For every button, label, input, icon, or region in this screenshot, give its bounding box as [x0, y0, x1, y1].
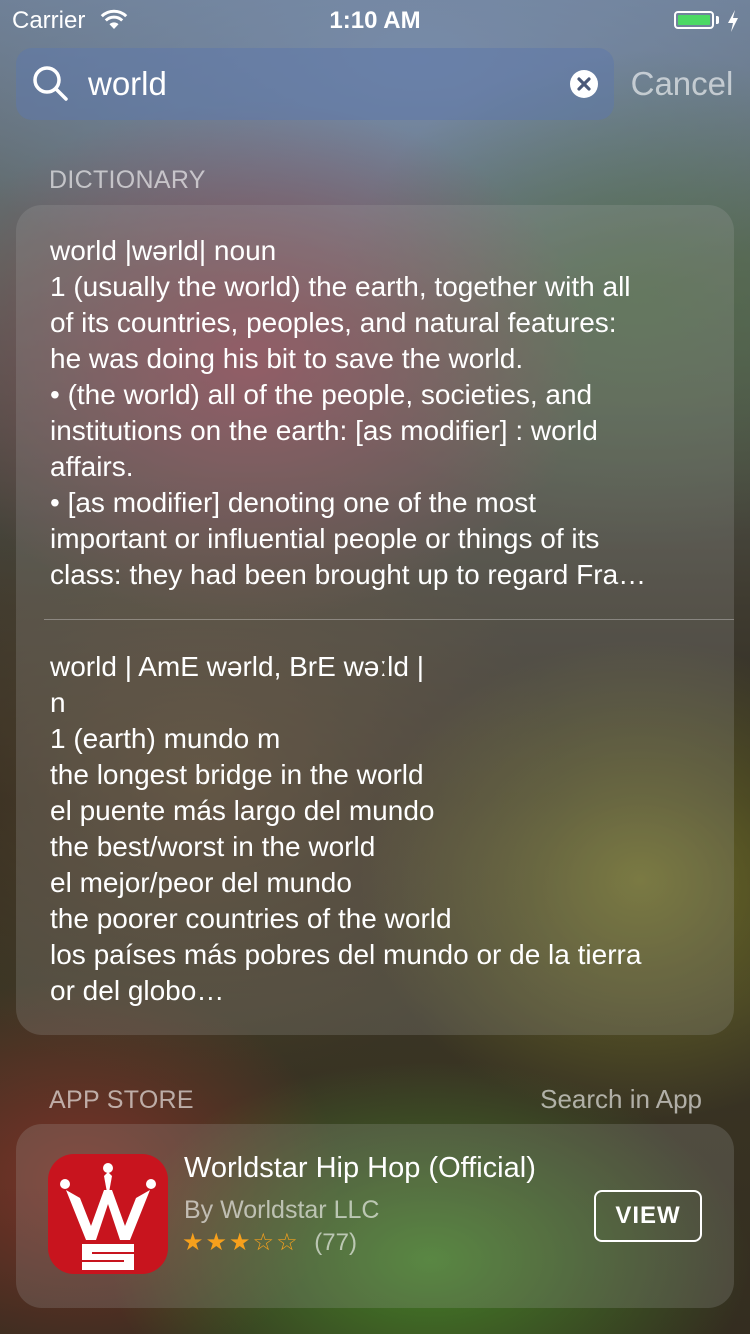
entry-line: los países más pobres del mundo or de la…: [50, 939, 642, 970]
entry-line: he was doing his bit to save the world.: [50, 343, 524, 374]
entry-line: el puente más largo del mundo: [50, 795, 435, 826]
search-icon: [33, 66, 68, 101]
app-rating: ★★★☆☆ (77): [182, 1228, 357, 1257]
clear-search-button[interactable]: [570, 70, 598, 98]
entry-line: or del globo…: [50, 975, 225, 1006]
app-title[interactable]: Worldstar Hip Hop (Official): [184, 1152, 536, 1185]
entry-line: of its countries, peoples, and natural f…: [50, 307, 617, 338]
entry-line: institutions on the earth: [as modifier]…: [50, 415, 598, 446]
entry-line: 1 (earth) mundo m: [50, 723, 281, 754]
search-bar: [16, 48, 614, 120]
entry-divider: [44, 619, 734, 620]
app-store-section-header: APP STORE: [49, 1086, 194, 1114]
entry-line: 1 (usually the world) the earth, togethe…: [50, 271, 631, 302]
search-input[interactable]: [88, 62, 558, 106]
entry-line: n: [50, 687, 66, 718]
translation-entry[interactable]: world | AmE wərld, BrE wəːld | n 1 (eart…: [50, 649, 710, 1009]
view-app-button[interactable]: VIEW: [594, 1190, 702, 1242]
dictionary-section-header: DICTIONARY: [49, 166, 206, 194]
entry-line: el mejor/peor del mundo: [50, 867, 352, 898]
clear-icon: [577, 77, 591, 91]
entry-line: important or influential people or thing…: [50, 523, 600, 554]
entry-line: • [as modifier] denoting one of the most: [50, 487, 537, 518]
entry-line: affairs.: [50, 451, 134, 482]
entry-line: class: they had been brought up to regar…: [50, 559, 647, 590]
entry-line: the best/worst in the world: [50, 831, 376, 862]
rating-stars: ★★★☆☆: [182, 1229, 300, 1256]
charging-bolt-icon: [728, 10, 738, 32]
app-result-card[interactable]: Worldstar Hip Hop (Official) By Worldsta…: [16, 1124, 734, 1308]
dictionary-entry[interactable]: world |wərld| noun 1 (usually the world)…: [50, 233, 710, 593]
battery-level: [678, 15, 710, 25]
entry-line: world | AmE wərld, BrE wəːld |: [50, 651, 424, 682]
battery-icon: [674, 11, 714, 29]
entry-line: • (the world) all of the people, societi…: [50, 379, 593, 410]
clock: 1:10 AM: [329, 7, 421, 34]
app-developer: By Worldstar LLC: [184, 1196, 380, 1224]
entry-line: the longest bridge in the world: [50, 759, 424, 790]
search-in-app-link[interactable]: Search in App: [520, 1084, 702, 1115]
entry-line: world |wərld| noun: [50, 235, 277, 266]
dictionary-card[interactable]: world |wərld| noun 1 (usually the world)…: [16, 205, 734, 1035]
entry-line: the poorer countries of the world: [50, 903, 452, 934]
battery-tip: [716, 16, 719, 24]
rating-count: (77): [314, 1229, 357, 1256]
cancel-button[interactable]: Cancel: [620, 62, 744, 106]
app-icon[interactable]: [48, 1154, 168, 1274]
status-bar: Carrier 1:10 AM: [0, 0, 750, 40]
worldstar-logo-icon: [60, 1163, 156, 1270]
